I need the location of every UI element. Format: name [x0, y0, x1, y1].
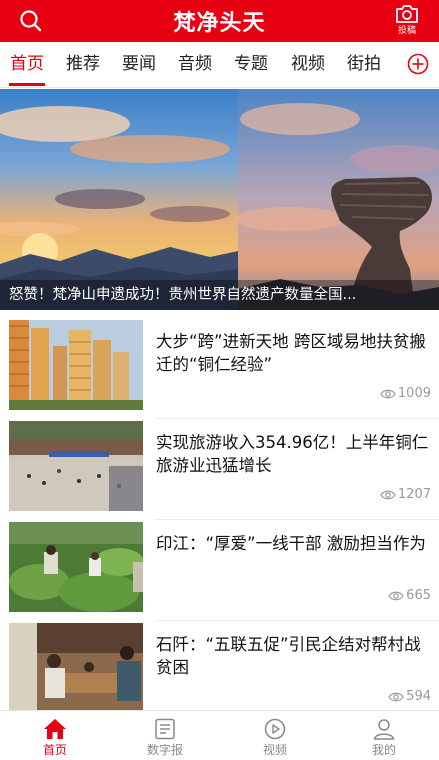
news-thumbnail	[9, 623, 143, 713]
user-icon	[373, 719, 395, 740]
eye-icon	[388, 591, 404, 600]
view-count-value: 1207	[397, 487, 431, 502]
banner-image	[0, 89, 439, 310]
news-title: 实现旅游收入354.96亿！上半年铜仁旅游业迅猛增长	[156, 433, 429, 475]
newspaper-icon	[155, 718, 175, 740]
divider	[156, 519, 439, 520]
play-icon	[264, 718, 286, 740]
tab-video[interactable]: 视频	[283, 42, 333, 86]
home-icon	[44, 719, 66, 739]
view-count-value: 665	[406, 588, 431, 603]
news-thumbnail	[9, 522, 143, 612]
tab-home[interactable]: 首页	[2, 42, 52, 86]
view-count-value: 594	[406, 689, 431, 704]
news-title: 印江：“厚爱”一线干部 激励担当作为	[156, 534, 426, 553]
view-count: 594	[388, 689, 431, 704]
eye-icon	[380, 389, 396, 398]
camera-icon	[396, 5, 418, 23]
post-button[interactable]: 投稿	[389, 3, 425, 39]
plus-circle-icon[interactable]	[407, 53, 429, 75]
news-title: 石阡：“五联五促”引民企结对帮村战贫困	[156, 635, 421, 677]
post-label: 投稿	[397, 26, 416, 36]
tab-recommend[interactable]: 推荐	[58, 42, 108, 86]
tab-audio[interactable]: 音频	[170, 42, 220, 86]
nav-label: 视频	[262, 743, 287, 757]
news-item-2[interactable]: 实现旅游收入354.96亿！上半年铜仁旅游业迅猛增长 1207	[0, 421, 439, 521]
tab-headlines[interactable]: 要闻	[114, 42, 164, 86]
view-count: 665	[388, 588, 431, 603]
view-count-value: 1009	[397, 386, 431, 401]
nav-label: 我的	[371, 743, 396, 757]
category-tabs: 首页 推荐 要闻 音频 专题 视频 街拍	[0, 42, 439, 88]
news-thumbnail	[9, 421, 143, 511]
news-item-3[interactable]: 印江：“厚爱”一线干部 激励担当作为 665	[0, 522, 439, 622]
tab-street[interactable]: 街拍	[339, 42, 389, 86]
nav-label: 首页	[42, 743, 67, 757]
nav-video[interactable]: 视频	[220, 711, 330, 760]
app-header: 梵净头天 投稿	[0, 0, 439, 42]
bottom-nav: 首页 数字报 视频 我的	[0, 710, 439, 760]
banner-caption: 怒赞！梵净山申遗成功！贵州世界自然遗产数量全国...	[0, 280, 439, 310]
nav-home[interactable]: 首页	[0, 711, 110, 760]
news-item-4[interactable]: 石阡：“五联五促”引民企结对帮村战贫困 594	[0, 623, 439, 723]
banner-carousel[interactable]: 怒赞！梵净山申遗成功！贵州世界自然遗产数量全国...	[0, 89, 439, 310]
news-title: 大步“跨”进新天地 跨区域易地扶贫搬迁的“铜仁经验”	[156, 332, 426, 374]
nav-profile[interactable]: 我的	[329, 711, 439, 760]
tab-topics[interactable]: 专题	[226, 42, 276, 86]
eye-icon	[380, 490, 396, 499]
news-thumbnail	[9, 320, 143, 410]
view-count: 1207	[380, 487, 431, 502]
app-title: 梵净头天	[173, 10, 266, 36]
divider	[156, 620, 439, 621]
divider	[156, 418, 439, 419]
nav-label: 数字报	[146, 743, 183, 757]
eye-icon	[388, 692, 404, 701]
nav-newspaper[interactable]: 数字报	[110, 711, 220, 760]
view-count: 1009	[380, 386, 431, 401]
news-item-1[interactable]: 大步“跨”进新天地 跨区域易地扶贫搬迁的“铜仁经验” 1009	[0, 320, 439, 420]
